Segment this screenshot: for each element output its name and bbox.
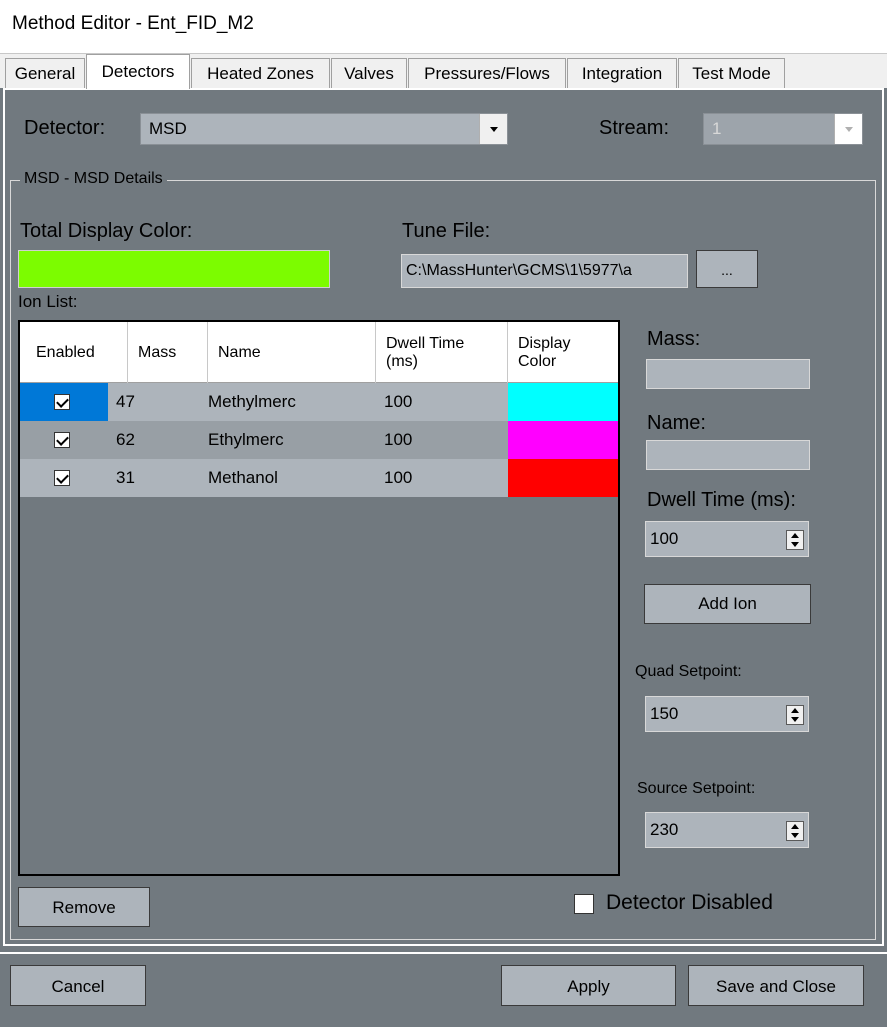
mass-cell: 62 bbox=[116, 430, 135, 449]
window-title: Method Editor - Ent_FID_M2 bbox=[12, 13, 254, 34]
dwell-time-label: Dwell Time (ms): bbox=[647, 489, 796, 511]
title-bar: Method Editor - Ent_FID_M2 bbox=[0, 0, 887, 54]
source-setpoint-stepper[interactable]: 230 bbox=[645, 812, 809, 848]
tab-general[interactable]: General bbox=[5, 58, 85, 88]
detector-select[interactable]: MSD bbox=[140, 113, 508, 145]
enabled-checkbox[interactable] bbox=[54, 432, 70, 448]
stream-label: Stream: bbox=[599, 117, 670, 139]
tab-heated-zones[interactable]: Heated Zones bbox=[191, 58, 330, 88]
source-setpoint-label: Source Setpoint: bbox=[637, 780, 756, 797]
dwell-cell: 100 bbox=[384, 468, 413, 487]
tab-valves[interactable]: Valves bbox=[331, 58, 407, 88]
column-header-name[interactable]: Name bbox=[208, 322, 376, 383]
tab-detectors[interactable]: Detectors bbox=[86, 54, 190, 89]
display-color-cell[interactable] bbox=[508, 459, 618, 497]
chevron-down-icon[interactable] bbox=[479, 114, 507, 144]
column-header-display-color[interactable]: Display Color bbox=[508, 322, 618, 383]
quad-setpoint-stepper[interactable]: 150 bbox=[645, 696, 809, 732]
table-row[interactable]: 31 Methanol 100 bbox=[20, 459, 618, 497]
detector-select-value: MSD bbox=[149, 119, 187, 138]
enabled-checkbox[interactable] bbox=[54, 470, 70, 486]
table-row[interactable]: 47 Methylmerc 100 bbox=[20, 383, 618, 421]
spinner-arrows-icon[interactable] bbox=[786, 705, 804, 725]
tune-file-field[interactable]: C:\MassHunter\GCMS\1\5977\a bbox=[401, 254, 688, 288]
dwell-time-stepper[interactable]: 100 bbox=[645, 521, 809, 557]
enabled-checkbox[interactable] bbox=[54, 394, 70, 410]
table-row[interactable]: 62 Ethylmerc 100 bbox=[20, 421, 618, 459]
tab-pressures-flows[interactable]: Pressures/Flows bbox=[408, 58, 566, 88]
group-title: MSD - MSD Details bbox=[20, 170, 167, 188]
save-and-close-button[interactable]: Save and Close bbox=[688, 965, 864, 1006]
dwell-cell: 100 bbox=[384, 392, 413, 411]
mass-cell: 31 bbox=[116, 468, 135, 487]
stream-select-value: 1 bbox=[712, 119, 722, 138]
column-header-dwell-time[interactable]: Dwell Time (ms) bbox=[376, 322, 508, 383]
name-cell: Ethylmerc bbox=[208, 430, 284, 449]
detector-label: Detector: bbox=[24, 117, 106, 139]
total-display-color-label: Total Display Color: bbox=[20, 220, 193, 242]
name-label: Name: bbox=[647, 412, 706, 434]
mass-label: Mass: bbox=[647, 328, 701, 350]
enabled-cell[interactable] bbox=[20, 383, 108, 421]
ion-list-header: Enabled Mass Name Dwell Time (ms) Displa… bbox=[20, 322, 618, 383]
ion-list-grid[interactable]: Enabled Mass Name Dwell Time (ms) Displa… bbox=[18, 320, 620, 876]
quad-setpoint-label: Quad Setpoint: bbox=[635, 663, 742, 680]
name-input[interactable] bbox=[646, 440, 810, 470]
dwell-cell: 100 bbox=[384, 430, 413, 449]
spinner-arrows-icon[interactable] bbox=[786, 821, 804, 841]
apply-button[interactable]: Apply bbox=[501, 965, 676, 1006]
footer-divider bbox=[0, 952, 887, 954]
tune-file-label: Tune File: bbox=[402, 220, 491, 242]
enabled-cell[interactable] bbox=[20, 459, 108, 497]
chevron-down-icon[interactable] bbox=[834, 114, 862, 144]
stream-select[interactable]: 1 bbox=[703, 113, 863, 145]
remove-button[interactable]: Remove bbox=[18, 887, 150, 927]
source-setpoint-value: 230 bbox=[650, 820, 679, 839]
add-ion-button[interactable]: Add Ion bbox=[644, 584, 811, 624]
enabled-cell[interactable] bbox=[20, 421, 108, 459]
total-display-color-swatch[interactable] bbox=[18, 250, 330, 288]
display-color-cell[interactable] bbox=[508, 421, 618, 459]
mass-cell: 47 bbox=[116, 392, 135, 411]
spinner-arrows-icon[interactable] bbox=[786, 530, 804, 550]
display-color-cell[interactable] bbox=[508, 383, 618, 421]
browse-tune-file-button[interactable]: ... bbox=[696, 250, 758, 288]
quad-setpoint-value: 150 bbox=[650, 704, 679, 723]
ion-list-label: Ion List: bbox=[18, 292, 78, 311]
cancel-button[interactable]: Cancel bbox=[10, 965, 146, 1006]
name-cell: Methanol bbox=[208, 468, 278, 487]
tab-test-mode[interactable]: Test Mode bbox=[678, 58, 785, 88]
detector-disabled-checkbox[interactable] bbox=[574, 894, 594, 914]
column-header-enabled[interactable]: Enabled bbox=[20, 322, 128, 383]
name-cell: Methylmerc bbox=[208, 392, 296, 411]
dwell-time-value: 100 bbox=[650, 529, 679, 548]
column-header-mass[interactable]: Mass bbox=[128, 322, 208, 383]
mass-input[interactable] bbox=[646, 359, 810, 389]
detector-disabled-label[interactable]: Detector Disabled bbox=[606, 891, 773, 915]
tab-integration[interactable]: Integration bbox=[567, 58, 677, 88]
